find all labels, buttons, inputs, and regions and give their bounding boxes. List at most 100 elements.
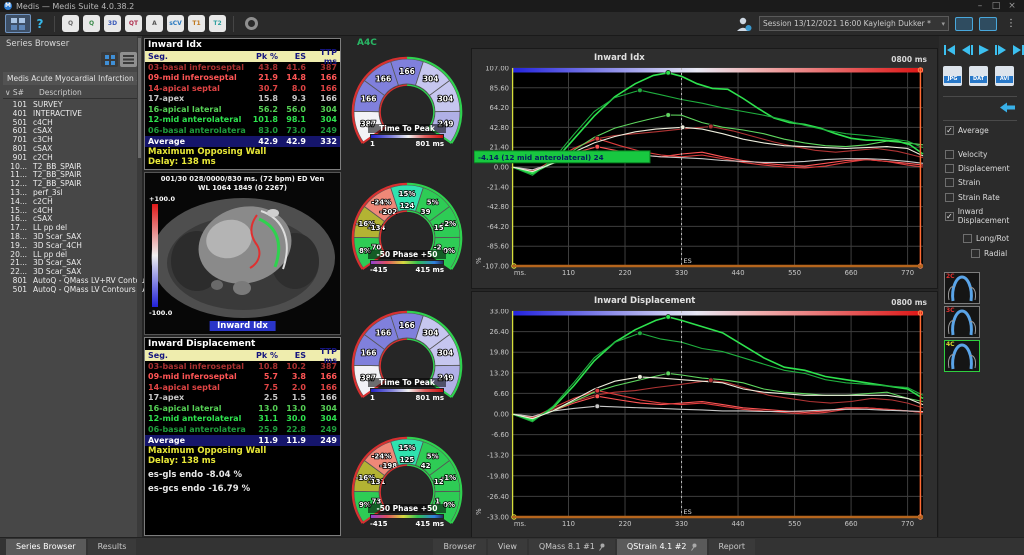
tab-view[interactable]: View [488, 539, 527, 555]
view-thumbnail-4c[interactable]: 4C [944, 340, 980, 372]
overflow-menu-icon[interactable]: ⋮ [1003, 18, 1019, 29]
gauge-scale-overlay: Time To Peak1801 ms [368, 378, 446, 402]
qmass-icon[interactable]: Q [62, 15, 79, 32]
checkbox-strain[interactable]: Strain [945, 178, 980, 187]
tab-report[interactable]: Report [709, 539, 756, 555]
maximize-button[interactable]: □ [988, 1, 1004, 12]
cine-image-viewport[interactable]: 001/30 028/0000/830 ms. (72 bpm) ED Ven … [144, 172, 341, 335]
series-list-header: ∨ S# Description [3, 88, 139, 99]
segment-row[interactable]: 16-apical lateral13.013.0304 [145, 403, 340, 414]
series-row[interactable]: 22...3D Scar_SAX [3, 267, 136, 276]
tab-qstrain-4-1-2[interactable]: QStrain 4.1 #2 [617, 539, 707, 555]
segment-row[interactable]: 17-apex2.51.5166 [145, 393, 340, 404]
series-row[interactable]: 401INTERACTIVE [3, 109, 136, 118]
segment-es: 13.0 [278, 404, 306, 413]
close-button[interactable]: × [1004, 1, 1020, 12]
segment-row[interactable]: 17-apex15.89.3166 [145, 94, 340, 105]
segment-row[interactable]: 03-basal inferoseptal43.841.6387 [145, 62, 340, 73]
gear-icon[interactable] [245, 17, 258, 30]
segment-row[interactable]: 14-apical septal30.78.0166 [145, 83, 340, 94]
session-select[interactable]: Session 13/12/2021 16:00 Kayleigh Dukker… [759, 16, 949, 31]
3d-view-icon[interactable]: 3D [104, 15, 121, 32]
checkbox-long-rot[interactable]: Long/Rot [963, 234, 1009, 243]
series-row[interactable]: 10...T2_BB_SPAIR [3, 162, 136, 171]
series-row[interactable]: 701c3CH [3, 135, 136, 144]
series-row[interactable]: 19...3D Scar_4CH [3, 241, 136, 250]
inward-idx-chart[interactable]: ES107.0085.6064.2042.8021.400.00-21.40-4… [474, 66, 937, 292]
t2-icon[interactable]: T2 [209, 15, 226, 32]
segment-row[interactable]: 09-mid inferoseptal5.73.8166 [145, 372, 340, 383]
segment-row[interactable]: 14-apical septal7.52.0166 [145, 382, 340, 393]
series-row[interactable]: 601cSAX [3, 126, 136, 135]
series-row[interactable]: 17...LL pp del [3, 223, 136, 232]
checkbox-label: Radial [984, 249, 1007, 258]
segment-row[interactable]: 03-basal inferoseptal10.810.2387 [145, 361, 340, 372]
segment-row[interactable]: 06-basal anterolateral25.922.8249 [145, 424, 340, 435]
help-button[interactable]: ? [31, 17, 49, 31]
series-row[interactable]: 16...cSAX [3, 214, 136, 223]
tab-qmass-8-1-1[interactable]: QMass 8.1 #1 [529, 539, 615, 555]
export-avi-button[interactable]: AVI [995, 66, 1014, 86]
layout-mode-icon[interactable] [955, 17, 973, 31]
x-tick-label: 110 [562, 520, 575, 528]
segment-row[interactable]: 16-apical lateral56.256.0304 [145, 104, 340, 115]
series-row[interactable]: 501c4CH [3, 118, 136, 127]
t1-icon[interactable]: T1 [188, 15, 205, 32]
scv-icon[interactable]: sCV [167, 15, 184, 32]
checkbox-velocity[interactable]: Velocity [945, 150, 987, 159]
export-jpg-button[interactable]: JPG [943, 66, 962, 86]
qflow-icon[interactable]: Q [83, 15, 100, 32]
back-arrow-icon[interactable] [999, 102, 1016, 113]
checkbox-inward-displacement[interactable]: ✓Inward Displacement [945, 207, 1024, 225]
series-sort-column[interactable]: ∨ S# [5, 88, 24, 97]
segment-row[interactable]: 12-mid anterolateral101.898.1304 [145, 115, 340, 126]
series-scrollbar[interactable] [137, 36, 142, 537]
checkbox-average[interactable]: ✓Average [945, 126, 989, 135]
tab-results[interactable]: Results [88, 539, 137, 555]
step-back-button[interactable] [960, 44, 974, 56]
series-row[interactable]: 501AutoQ - QMass LV Contours LAX ... [3, 285, 136, 294]
inward-displacement-chart[interactable]: ES33.0026.4019.8013.206.600.00-6.60-13.2… [474, 309, 937, 543]
export-dat-button[interactable]: DAT [969, 66, 988, 86]
checkbox-radial[interactable]: Radial [971, 249, 1007, 258]
chart-title: Inward Displacement [594, 296, 695, 306]
series-row[interactable]: 18...3D Scar_SAX [3, 232, 136, 241]
series-row[interactable]: 13...perf_3sl [3, 188, 136, 197]
series-row[interactable]: 801AutoQ - QMass LV+RV Contours [3, 276, 136, 285]
view-thumbnail-3c[interactable]: 3C [944, 306, 980, 338]
switch-app-icon[interactable] [979, 17, 997, 31]
segment-row[interactable]: 09-mid inferoseptal21.914.8166 [145, 73, 340, 84]
grid-view-button[interactable] [101, 52, 118, 67]
skip-start-button[interactable] [943, 44, 957, 56]
series-row[interactable]: 901c2CH [3, 153, 136, 162]
play-button[interactable] [977, 44, 991, 56]
tab-browser[interactable]: Browser [433, 539, 485, 555]
series-row[interactable]: 801cSAX [3, 144, 136, 153]
window-layout-button[interactable] [5, 14, 31, 33]
checkbox-displacement[interactable]: Displacement [945, 164, 1010, 173]
series-row[interactable]: 14...c2CH [3, 197, 136, 206]
gauge-scale-max: 415 ms [415, 266, 444, 274]
segment-row[interactable]: 06-basal anterolateral83.073.0249 [145, 125, 340, 136]
series-desc-column[interactable]: Description [39, 88, 82, 97]
series-row[interactable]: 101SURVEY [3, 100, 136, 109]
series-row[interactable]: 20...LL pp del [3, 250, 136, 259]
skip-end-button[interactable] [1011, 44, 1024, 56]
series-row[interactable]: 12...T2_BB_SPAIR [3, 179, 136, 188]
list-view-button[interactable] [120, 52, 137, 67]
toolbar-separator [233, 16, 234, 32]
series-description: SURVEY [33, 100, 63, 109]
qangio-icon[interactable]: A [146, 15, 163, 32]
series-row[interactable]: 21...3D Scar_SAX [3, 258, 136, 267]
series-row[interactable]: 11...T2_BB_SPAIR [3, 170, 136, 179]
series-number: 17... [3, 223, 27, 232]
segment-row[interactable]: 12-mid anterolateral31.130.0304 [145, 414, 340, 425]
view-thumbnail-2c[interactable]: 2C [944, 272, 980, 304]
qtavi-icon[interactable]: QT [125, 15, 142, 32]
series-row[interactable]: 15...c4CH [3, 206, 136, 215]
tab-series-browser[interactable]: Series Browser [6, 539, 86, 555]
minimize-button[interactable]: – [972, 1, 988, 12]
step-forward-button[interactable] [994, 44, 1008, 56]
checkbox-strain-rate[interactable]: Strain Rate [945, 193, 1000, 202]
patient-tab[interactable]: Medis Acute Myocardial Infarction ... [3, 72, 139, 85]
